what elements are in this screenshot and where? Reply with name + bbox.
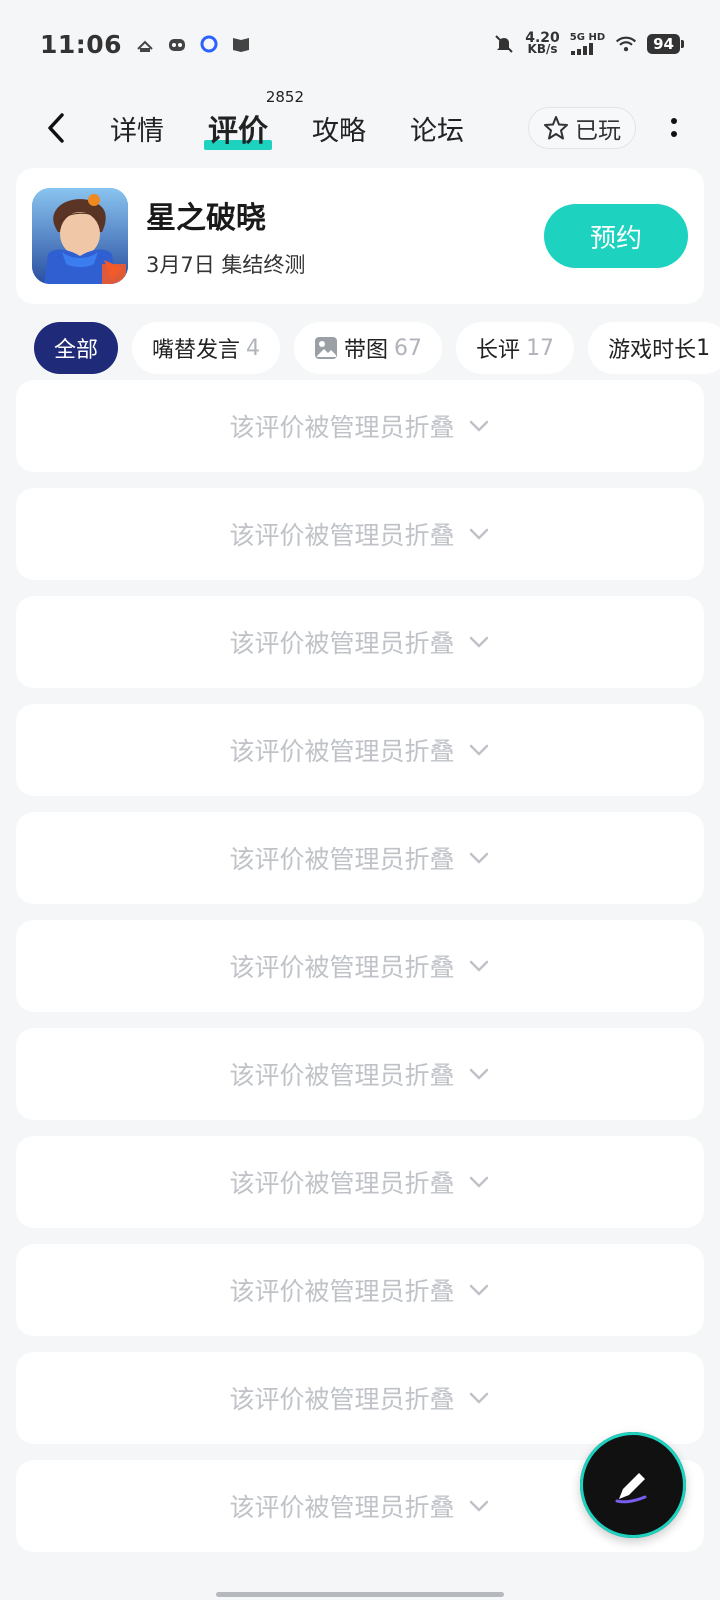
filter-all-label: 全部 [54,338,99,363]
chevron-down-icon [469,1392,488,1404]
game-card[interactable]: 星之破晓 3月7日 集结终测 预约 [16,168,704,304]
chevron-down-icon [469,528,488,540]
filter-quotes-count: 4 [246,335,261,361]
filter-quotes-label: 嘴替发言 [152,338,241,363]
game-icon [32,188,128,284]
tab-forum[interactable]: 论坛 [388,109,486,148]
tab-forum-label: 论坛 [410,115,464,147]
tab-guides-label: 攻略 [312,115,366,147]
chevron-down-icon [469,636,488,648]
battery-icon: 94 [647,34,684,54]
collapsed-review[interactable]: 该评价被管理员折叠 [16,1136,704,1228]
filter-with-images[interactable]: 带图 67 [294,322,443,374]
collapsed-review[interactable]: 该评价被管理员折叠 [16,380,704,472]
collapsed-review-text: 该评价被管理员折叠 [229,1385,455,1414]
image-icon [315,337,338,359]
filter-all[interactable]: 全部 [34,322,119,374]
filter-with-images-label: 带图 [344,338,389,363]
status-bar: 11:06 4.20 KB/s 5G HD 94 [0,0,720,88]
tab-reviews[interactable]: 评价 2852 [186,88,304,150]
collapsed-review-text: 该评价被管理员折叠 [229,845,455,874]
collapsed-review[interactable]: 该评价被管理员折叠 [16,812,704,904]
tab-details[interactable]: 详情 [88,109,186,148]
status-time: 11:06 [40,29,123,59]
collapsed-review-text: 该评价被管理员折叠 [229,1169,455,1198]
filter-playtime[interactable]: 游戏时长 1 [588,322,720,374]
chevron-down-icon [469,1176,488,1188]
tab-guides[interactable]: 攻略 [290,109,388,148]
signal-icon: 5G HD [570,33,605,55]
hotspot-icon [134,33,156,55]
game-info: 星之破晓 3月7日 集结终测 [146,193,305,279]
chevron-down-icon [469,852,488,864]
tab-details-label: 详情 [110,115,164,147]
net-speed-unit: KB/s [527,42,558,56]
collapsed-review-text: 该评价被管理员折叠 [229,1493,455,1522]
tab-bar: 详情 评价 2852 攻略 论坛 [88,88,486,150]
chevron-down-icon [469,744,488,756]
played-button[interactable]: 已玩 [528,107,636,149]
collapsed-review-text: 该评价被管理员折叠 [229,521,455,550]
chevron-left-icon [48,113,64,143]
filter-long-reviews[interactable]: 长评 17 [456,322,575,374]
home-indicator[interactable] [216,1592,504,1597]
collapsed-review-text: 该评价被管理员折叠 [229,953,455,982]
filter-long-reviews-label: 长评 [476,338,521,363]
collapsed-review-text: 该评价被管理员折叠 [229,737,455,766]
robot-icon [166,33,188,55]
filter-playtime-label: 游戏时长 [608,338,697,363]
filter-with-images-count: 67 [394,335,423,361]
collapsed-review-text: 该评价被管理员折叠 [229,1277,455,1306]
filter-quotes[interactable]: 嘴替发言 4 [132,322,281,374]
filter-long-reviews-count: 17 [526,335,555,361]
collapsed-review[interactable]: 该评价被管理员折叠 [16,488,704,580]
chevron-down-icon [469,1500,488,1512]
game-title: 星之破晓 [146,201,266,236]
review-list: 该评价被管理员折叠 该评价被管理员折叠 该评价被管理员折叠 该评价被管理员折叠 … [16,380,704,1568]
wifi-icon [615,33,637,55]
filter-playtime-count: 1 [696,335,711,361]
back-button[interactable] [36,108,76,148]
collapsed-review[interactable]: 该评价被管理员折叠 [16,1352,704,1444]
top-nav: 详情 评价 2852 攻略 论坛 已玩 [0,88,720,168]
collapsed-review-text: 该评价被管理员折叠 [229,413,455,442]
write-review-button[interactable] [580,1432,686,1538]
chevron-down-icon [469,420,488,432]
chevron-down-icon [469,1284,488,1296]
collapsed-review[interactable]: 该评价被管理员折叠 [16,920,704,1012]
tab-reviews-label: 评价 [208,114,268,149]
pen-icon [615,1473,647,1504]
status-right: 4.20 KB/s 5G HD 94 [493,31,684,56]
book-icon [230,33,252,55]
collapsed-review-text: 该评价被管理员折叠 [229,1061,455,1090]
chevron-down-icon [469,1068,488,1080]
collapsed-review-text: 该评价被管理员折叠 [229,629,455,658]
review-count-badge: 2852 [265,88,304,106]
game-subtitle: 3月7日 集结终测 [146,253,306,277]
net-speed: 4.20 KB/s [525,31,560,56]
collapsed-review[interactable]: 该评价被管理员折叠 [16,704,704,796]
reserve-button[interactable]: 预约 [544,204,688,268]
more-options-button[interactable] [656,107,692,149]
review-filters: 全部 嘴替发言 4 带图 67 长评 17 游戏时长 1 [0,320,720,376]
mute-bell-icon [493,33,515,55]
collapsed-review[interactable]: 该评价被管理员折叠 [16,596,704,688]
collapsed-review[interactable]: 该评价被管理员折叠 [16,1028,704,1120]
signal-label: 5G HD [569,32,606,43]
played-label: 已玩 [575,118,621,144]
circle-app-icon [198,33,220,55]
collapsed-review[interactable]: 该评价被管理员折叠 [16,1244,704,1336]
star-icon [544,116,568,140]
more-vertical-icon [671,118,677,137]
notification-icons [134,33,252,55]
chevron-down-icon [469,960,488,972]
